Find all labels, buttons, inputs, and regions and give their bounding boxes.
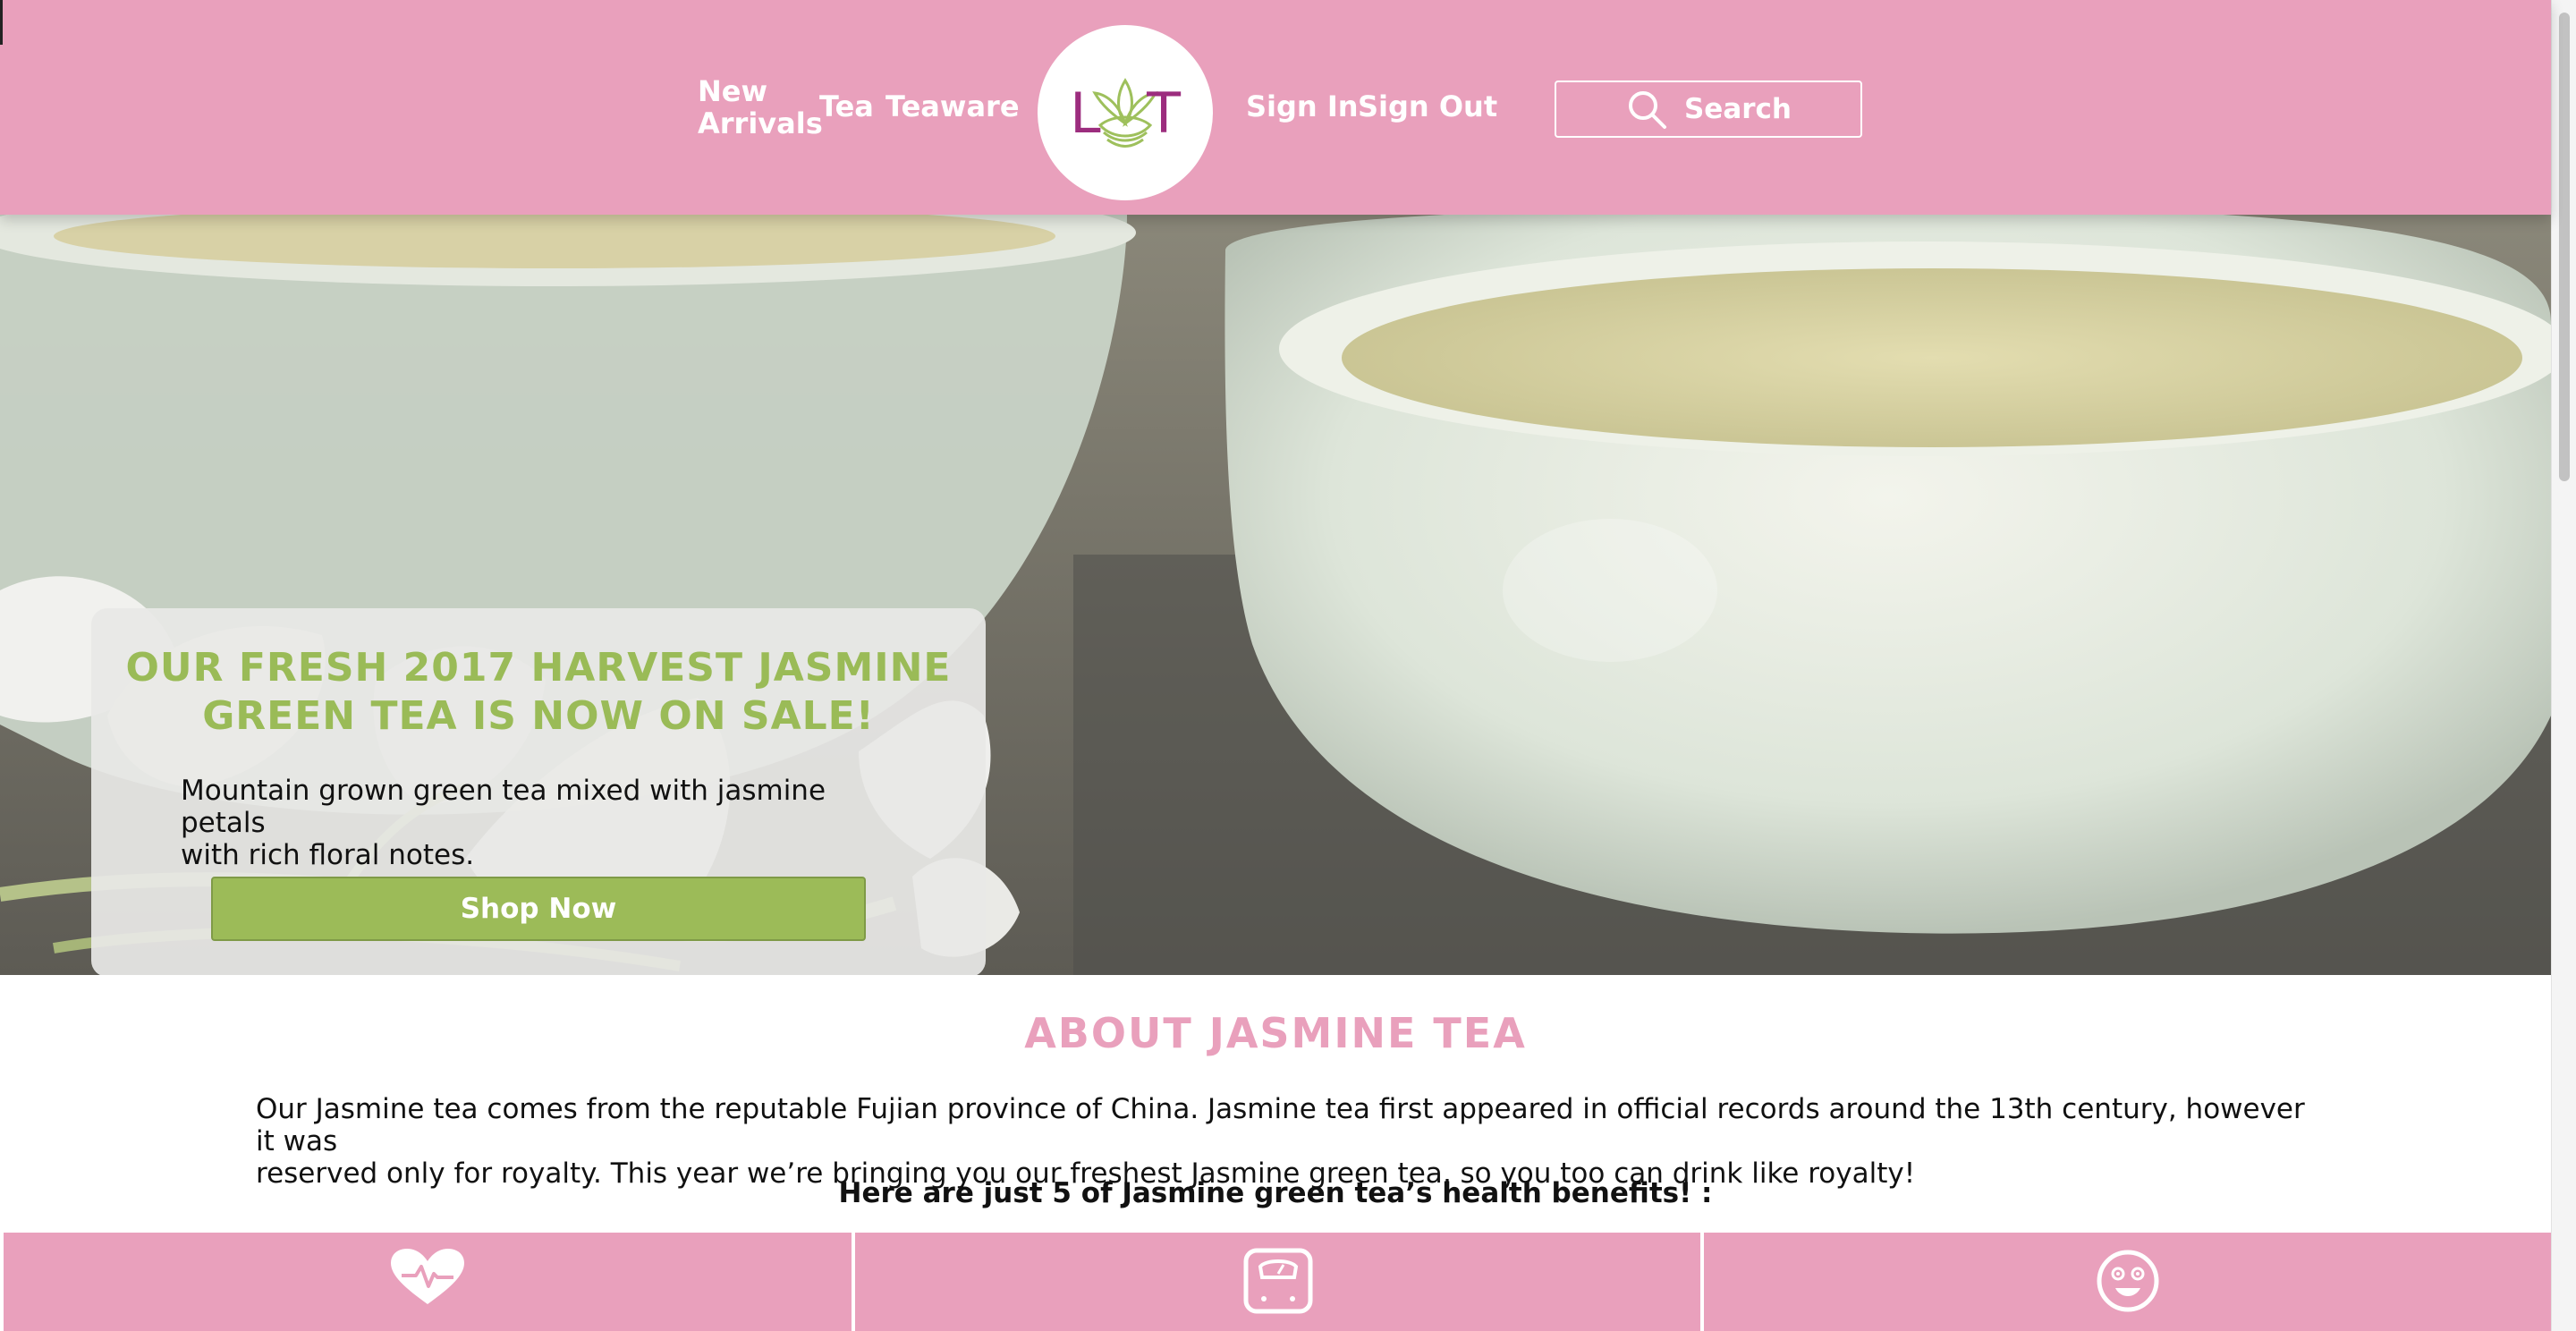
promo-description-line2: with rich floral notes. <box>181 839 475 871</box>
benefits-intro: Here are just 5 of Jasmine green tea’s h… <box>838 1177 1713 1209</box>
nav-sign-in[interactable]: Sign In <box>1246 89 1359 123</box>
search-button[interactable]: Search <box>1555 81 1862 138</box>
smiley-icon <box>2097 1250 2158 1312</box>
scrollbar-thumb[interactable] <box>2559 13 2570 481</box>
promo-card: OUR FRESH 2017 HARVEST JASMINE GREEN TEA… <box>91 608 986 975</box>
nav-new-arrivals-line1: New <box>698 74 768 108</box>
site-logo[interactable]: LT <box>1038 25 1213 200</box>
scale-icon <box>1243 1248 1312 1314</box>
promo-description: Mountain grown green tea mixed with jasm… <box>181 775 914 871</box>
benefit-tiles <box>4 1233 2551 1331</box>
benefit-tile-smiley <box>1704 1233 2551 1331</box>
heart-icon <box>391 1249 464 1304</box>
page-scrollbar[interactable] <box>2551 0 2576 1331</box>
promo-title-line1: OUR FRESH 2017 HARVEST JASMINE <box>125 645 952 691</box>
promo-title: OUR FRESH 2017 HARVEST JASMINE GREEN TEA… <box>91 644 986 741</box>
nav-tea[interactable]: Tea <box>819 89 874 123</box>
about-title: ABOUT JASMINE TEA <box>1024 1009 1527 1057</box>
benefit-tile-scale <box>855 1233 1700 1331</box>
logo-wordmark: LT <box>1070 80 1234 146</box>
search-label: Search <box>1683 93 1792 125</box>
window-edge <box>0 0 3 45</box>
logo-letters: LT <box>1038 25 1213 200</box>
promo-title-line2: GREEN TEA IS NOW ON SALE! <box>202 693 875 739</box>
shop-now-button[interactable]: Shop Now <box>211 877 866 941</box>
nav-sign-out[interactable]: Sign Out <box>1358 89 1497 123</box>
promo-description-line1: Mountain grown green tea mixed with jasm… <box>181 775 826 839</box>
hero-banner: OUR FRESH 2017 HARVEST JASMINE GREEN TEA… <box>0 215 2551 975</box>
site-header: New Arrivals Tea Teaware LT Sign In Sign… <box>0 0 2551 215</box>
benefit-tile-heart <box>4 1233 852 1331</box>
nav-new-arrivals-line2: Arrivals <box>698 106 823 140</box>
nav-new-arrivals[interactable]: New Arrivals <box>698 75 823 140</box>
about-paragraph: Our Jasmine tea comes from the reputable… <box>256 1093 2313 1190</box>
about-paragraph-line1: Our Jasmine tea comes from the reputable… <box>256 1093 2305 1157</box>
search-icon <box>1628 91 1666 129</box>
nav-teaware[interactable]: Teaware <box>886 89 1020 123</box>
